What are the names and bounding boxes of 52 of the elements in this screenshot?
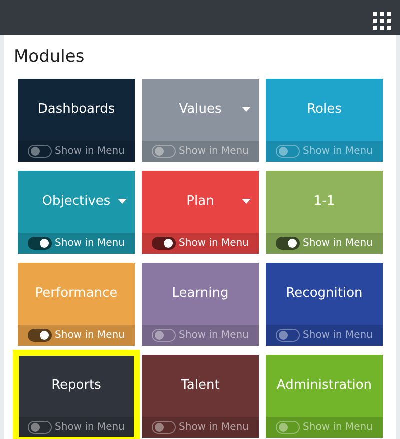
module-title: Objectives (42, 192, 111, 211)
toggle-switch[interactable] (276, 328, 300, 342)
toggle-switch[interactable] (152, 420, 176, 434)
module-title: Roles (307, 100, 342, 119)
module-title: 1-1 (314, 192, 336, 211)
toggle-switch[interactable] (28, 236, 52, 250)
toggle-switch[interactable] (152, 328, 176, 342)
toggle-label: Show in Menu (179, 328, 249, 342)
toggle-label: Show in Menu (303, 420, 373, 434)
module-title: Talent (181, 376, 220, 395)
module-tile[interactable]: Roles Show in Menu (266, 78, 383, 162)
caret-icon[interactable] (242, 199, 250, 204)
toggle-label: Show in Menu (55, 328, 125, 342)
toggle-label: Show in Menu (55, 236, 125, 250)
module-title: Dashboards (38, 100, 116, 119)
module-title: Performance (35, 284, 118, 303)
module-tile[interactable]: Reports Show in Menu (18, 354, 135, 438)
caret-icon[interactable] (242, 107, 250, 112)
module-tile[interactable]: Plan Show in Menu (142, 170, 259, 254)
module-tile[interactable]: Administration Show in Menu (266, 354, 383, 438)
panel-title: Modules (14, 46, 86, 69)
module-tile[interactable]: Learning Show in Menu (142, 262, 259, 346)
toggle-switch[interactable] (152, 144, 176, 158)
toggle-label: Show in Menu (179, 144, 249, 158)
toggle-switch[interactable] (276, 236, 300, 250)
module-title: Recognition (286, 284, 363, 303)
toggle-switch[interactable] (276, 144, 300, 158)
module-title: Plan (186, 192, 214, 211)
module-tile[interactable]: Recognition Show in Menu (266, 262, 383, 346)
module-tile[interactable]: Performance Show in Menu (18, 262, 135, 346)
module-tile[interactable]: Dashboards Show in Menu (18, 78, 135, 162)
toggle-switch[interactable] (152, 236, 176, 250)
toggle-switch[interactable] (28, 144, 52, 158)
toggle-label: Show in Menu (55, 420, 125, 434)
module-title: Learning (172, 284, 229, 303)
module-title: Reports (52, 376, 102, 395)
toggle-switch[interactable] (276, 420, 300, 434)
module-tile[interactable]: Values Show in Menu (142, 78, 259, 162)
toggle-label: Show in Menu (303, 144, 373, 158)
module-tile[interactable]: Objectives Show in Menu (18, 170, 135, 254)
module-title: Administration (276, 376, 372, 395)
toggle-label: Show in Menu (179, 420, 249, 434)
toggle-switch[interactable] (28, 420, 52, 434)
toggle-label: Show in Menu (55, 144, 125, 158)
module-tile[interactable]: Talent Show in Menu (142, 354, 259, 438)
toggle-label: Show in Menu (179, 236, 249, 250)
toggle-label: Show in Menu (303, 236, 373, 250)
module-tile[interactable]: 1-1 Show in Menu (266, 170, 383, 254)
module-title: Values (179, 100, 222, 119)
toggle-switch[interactable] (28, 328, 52, 342)
caret-icon[interactable] (118, 199, 126, 204)
toggle-label: Show in Menu (303, 328, 373, 342)
